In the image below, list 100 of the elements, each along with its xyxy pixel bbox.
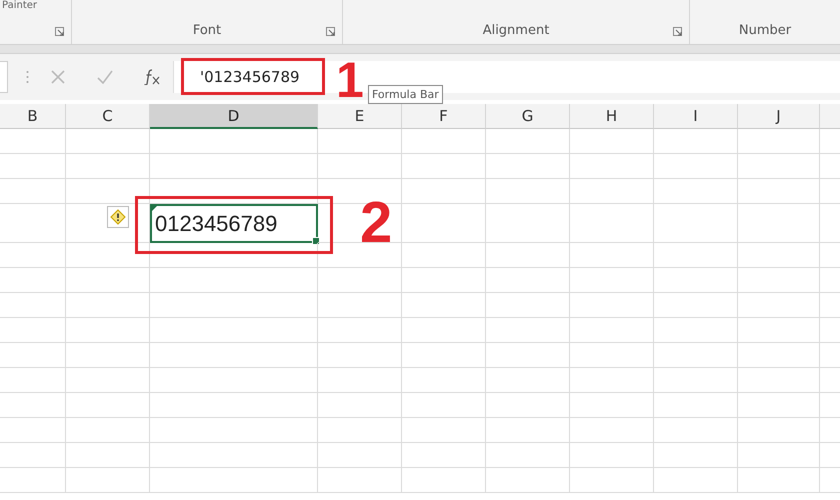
name-box[interactable] [0, 61, 8, 93]
column-header[interactable]: H [570, 104, 654, 129]
worksheet-cell[interactable] [318, 243, 402, 268]
worksheet-cell[interactable] [402, 393, 486, 418]
worksheet-cell[interactable] [570, 418, 654, 443]
worksheet-cell[interactable] [486, 154, 570, 179]
worksheet-cell[interactable] [738, 468, 820, 493]
worksheet-cell[interactable] [738, 418, 820, 443]
worksheet-cell[interactable] [654, 129, 738, 154]
worksheet-cell[interactable] [654, 204, 738, 243]
worksheet-cell[interactable] [570, 393, 654, 418]
worksheet-cell[interactable] [486, 268, 570, 293]
worksheet-cell[interactable] [738, 204, 820, 243]
worksheet-cell[interactable] [318, 293, 402, 318]
worksheet-cell[interactable] [66, 268, 150, 293]
worksheet-cell[interactable] [654, 179, 738, 204]
column-header[interactable]: E [318, 104, 402, 129]
worksheet-cell[interactable] [66, 293, 150, 318]
worksheet-cell[interactable] [402, 129, 486, 154]
worksheet-cell[interactable] [66, 154, 150, 179]
worksheet-cell[interactable] [150, 129, 318, 154]
worksheet-cell[interactable] [570, 468, 654, 493]
worksheet-cell[interactable] [738, 368, 820, 393]
worksheet-cell[interactable] [66, 129, 150, 154]
worksheet-cell[interactable] [66, 179, 150, 204]
worksheet-cell[interactable] [570, 343, 654, 368]
column-header[interactable]: F [402, 104, 486, 129]
dialog-launcher-icon[interactable] [55, 27, 64, 36]
worksheet-cell[interactable] [66, 318, 150, 343]
column-header[interactable]: C [66, 104, 150, 129]
function-icon[interactable] [143, 69, 161, 85]
worksheet-cell[interactable] [0, 443, 66, 468]
worksheet-cell[interactable] [150, 293, 318, 318]
column-header[interactable]: I [654, 104, 738, 129]
worksheet-cell[interactable] [150, 243, 318, 268]
worksheet-cell[interactable] [150, 343, 318, 368]
worksheet-cell[interactable] [486, 393, 570, 418]
worksheet-cell[interactable] [318, 368, 402, 393]
worksheet-cell[interactable] [66, 443, 150, 468]
worksheet-cell[interactable] [318, 393, 402, 418]
worksheet-cell[interactable] [402, 418, 486, 443]
worksheet-cell[interactable] [486, 443, 570, 468]
active-cell[interactable]: 0123456789 [150, 204, 318, 243]
worksheet-cell[interactable] [0, 418, 66, 443]
worksheet-cell[interactable] [0, 368, 66, 393]
worksheet-cell[interactable] [654, 293, 738, 318]
worksheet-cell[interactable] [738, 129, 820, 154]
worksheet-cell[interactable] [570, 243, 654, 268]
worksheet-cell[interactable] [318, 129, 402, 154]
worksheet-cell[interactable] [570, 179, 654, 204]
worksheet-cell[interactable] [738, 268, 820, 293]
worksheet-cell[interactable] [150, 443, 318, 468]
worksheet-cell[interactable] [0, 129, 66, 154]
worksheet-cell[interactable] [318, 318, 402, 343]
worksheet-cell[interactable] [0, 204, 66, 243]
worksheet-cell[interactable] [150, 268, 318, 293]
worksheet-cell[interactable] [402, 179, 486, 204]
worksheet-cell[interactable] [402, 154, 486, 179]
worksheet-cell[interactable] [402, 293, 486, 318]
worksheet-cell[interactable] [486, 293, 570, 318]
worksheet-cell[interactable] [0, 154, 66, 179]
worksheet-cell[interactable] [570, 129, 654, 154]
worksheet-cell[interactable] [738, 393, 820, 418]
column-header[interactable]: D [150, 104, 318, 129]
worksheet-cell[interactable] [402, 468, 486, 493]
worksheet-cell[interactable] [0, 343, 66, 368]
cancel-icon[interactable] [51, 70, 65, 84]
checkmark-icon[interactable] [97, 70, 113, 84]
column-header[interactable]: G [486, 104, 570, 129]
worksheet-cell[interactable] [402, 268, 486, 293]
worksheet-cell[interactable] [66, 393, 150, 418]
worksheet-cell[interactable] [150, 468, 318, 493]
worksheet-cell[interactable] [402, 243, 486, 268]
dialog-launcher-icon[interactable] [326, 27, 335, 36]
worksheet-cell[interactable] [66, 243, 150, 268]
column-header[interactable]: J [738, 104, 820, 129]
worksheet-cell[interactable] [654, 343, 738, 368]
worksheet-cell[interactable] [402, 343, 486, 368]
worksheet-cell[interactable] [738, 243, 820, 268]
worksheet-cell[interactable] [318, 154, 402, 179]
dialog-launcher-icon[interactable] [673, 27, 682, 36]
worksheet-cell[interactable] [318, 268, 402, 293]
worksheet-cell[interactable] [486, 368, 570, 393]
worksheet-cell[interactable] [654, 468, 738, 493]
worksheet-cell[interactable] [0, 393, 66, 418]
worksheet-cell[interactable] [0, 468, 66, 493]
worksheet-cell[interactable] [654, 154, 738, 179]
worksheet-cell[interactable] [318, 418, 402, 443]
worksheet-cell[interactable] [486, 204, 570, 243]
worksheet-cell[interactable] [150, 393, 318, 418]
worksheet-cell[interactable] [402, 368, 486, 393]
worksheet-cell[interactable] [150, 154, 318, 179]
worksheet-cell[interactable] [66, 343, 150, 368]
worksheet-cell[interactable] [570, 318, 654, 343]
worksheet-cell[interactable] [654, 368, 738, 393]
worksheet-cell[interactable] [0, 243, 66, 268]
worksheet-cell[interactable] [402, 204, 486, 243]
worksheet-cell[interactable] [486, 243, 570, 268]
column-header[interactable]: B [0, 104, 66, 129]
worksheet-cell[interactable] [738, 443, 820, 468]
